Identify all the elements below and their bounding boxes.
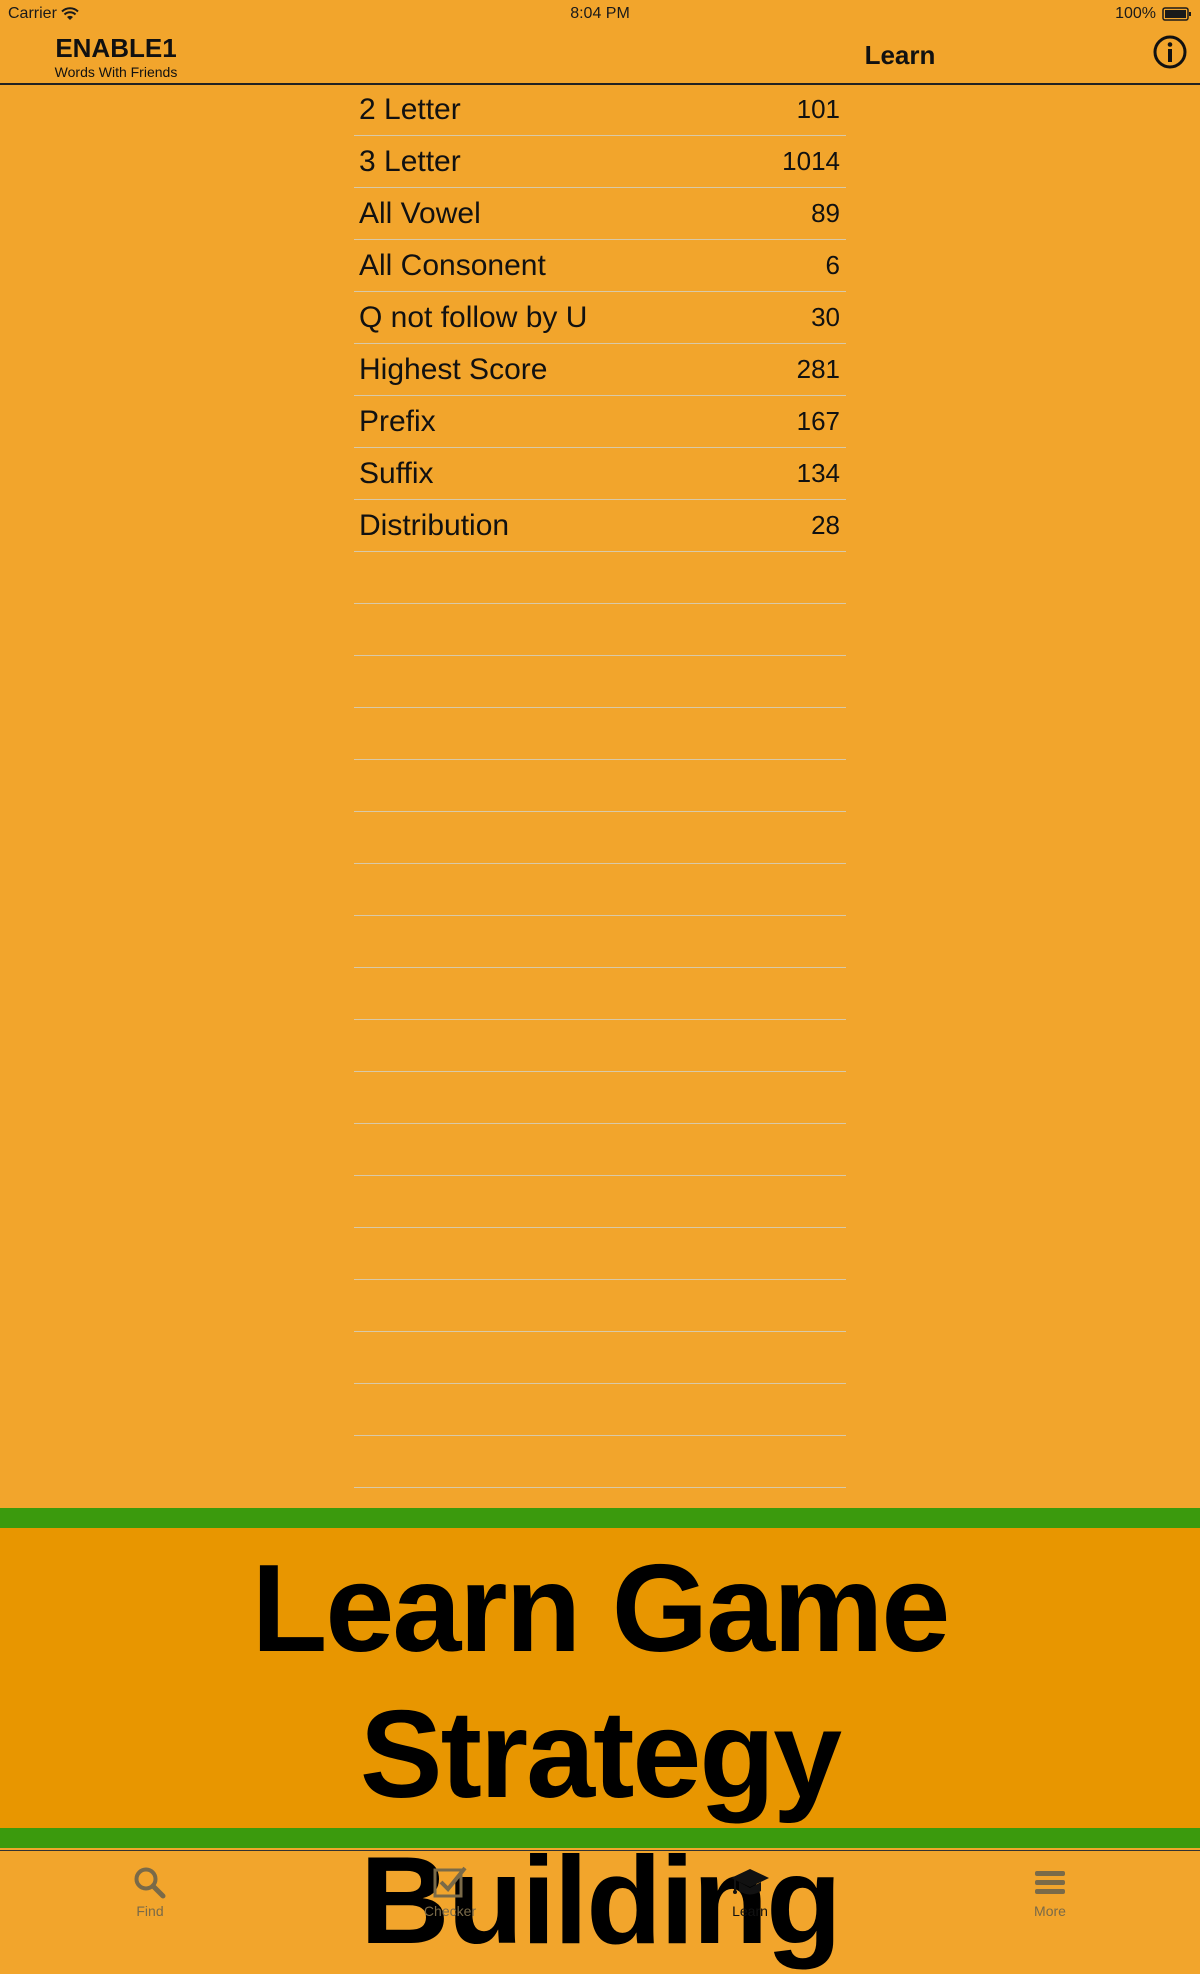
row-label: Distribution [359, 508, 510, 542]
list-item[interactable]: Highest Score 281 [354, 344, 846, 396]
row-label: 2 Letter [359, 92, 461, 126]
empty-row [354, 1124, 846, 1176]
graduation-cap-icon [731, 1869, 769, 1895]
banner-bottom-stripe [0, 1828, 1200, 1848]
empty-row [354, 1384, 846, 1436]
empty-row [354, 1072, 846, 1124]
empty-row [354, 656, 846, 708]
empty-row [354, 552, 846, 604]
row-count: 89 [811, 198, 840, 228]
row-label: Q not follow by U [359, 300, 588, 334]
empty-row [354, 1332, 846, 1384]
list-item[interactable]: 3 Letter 1014 [354, 136, 846, 188]
row-count: 28 [811, 510, 840, 540]
tab-label: Find [136, 1903, 164, 1919]
tab-label: Learn [732, 1903, 768, 1919]
tab-label: More [1034, 1903, 1066, 1919]
empty-row [354, 1228, 846, 1280]
nav-bar: ENABLE1 Words With Friends Learn [0, 30, 1200, 85]
status-bar: Carrier 8:04 PM 100% [0, 0, 1200, 30]
banner-top-stripe [0, 1508, 1200, 1528]
list-item[interactable]: Q not follow by U 30 [354, 292, 846, 344]
page-title: Learn [864, 40, 936, 70]
list-item[interactable]: 2 Letter 101 [354, 84, 846, 136]
tab-find[interactable]: Find [0, 1851, 300, 1921]
empty-row [354, 812, 846, 864]
banner-line-1: Learn Game Strategy [251, 1540, 951, 1824]
row-count: 134 [796, 458, 840, 488]
list-item[interactable]: All Vowel 89 [354, 188, 846, 240]
list-item[interactable]: All Consonent 6 [354, 240, 846, 292]
battery-icon [1162, 7, 1191, 21]
row-label: All Vowel [359, 196, 481, 230]
row-label: All Consonent [359, 248, 546, 282]
status-time: 8:04 PM [570, 5, 630, 22]
tab-bar: Find Checker Learn More [0, 1850, 1200, 1921]
row-label: Highest Score [359, 352, 548, 386]
row-label: 3 Letter [359, 144, 461, 178]
empty-row [354, 1176, 846, 1228]
info-circle-icon[interactable] [1152, 34, 1188, 70]
row-count: 101 [796, 94, 840, 124]
empty-row [354, 1020, 846, 1072]
tab-more[interactable]: More [900, 1851, 1200, 1921]
empty-row [354, 760, 846, 812]
empty-row [354, 604, 846, 656]
row-count: 167 [796, 406, 840, 436]
list-item[interactable]: Distribution 28 [354, 500, 846, 552]
list-item[interactable]: Prefix 167 [354, 396, 846, 448]
empty-row [354, 708, 846, 760]
brand-title: ENABLE1 [55, 33, 177, 63]
empty-row [354, 1436, 846, 1488]
learn-list: 2 Letter 101 3 Letter 1014 All Vowel 89 … [354, 84, 846, 1488]
row-count: 281 [796, 354, 840, 384]
row-label: Suffix [359, 456, 434, 490]
tab-learn[interactable]: Learn [600, 1851, 900, 1921]
empty-row [354, 916, 846, 968]
row-count: 30 [811, 302, 840, 332]
row-label: Prefix [359, 404, 436, 438]
row-count: 6 [825, 250, 840, 280]
checkbox-icon [433, 1866, 467, 1898]
brand-subtitle: Words With Friends [54, 64, 178, 80]
empty-row [354, 1280, 846, 1332]
app-brand: ENABLE1 Words With Friends [40, 30, 192, 80]
row-count: 1014 [782, 146, 840, 176]
battery-label: 100% [1115, 5, 1156, 22]
list-item[interactable]: Suffix 134 [354, 448, 846, 500]
tab-label: Checker [423, 1903, 477, 1919]
empty-row [354, 968, 846, 1020]
search-icon [134, 1867, 166, 1899]
battery-indicator: 100% [1115, 5, 1192, 23]
promo-banner: Learn Game Strategy Building [0, 1528, 1200, 1970]
menu-icon [1035, 1871, 1065, 1894]
empty-row [354, 864, 846, 916]
tab-checker[interactable]: Checker [300, 1851, 600, 1921]
